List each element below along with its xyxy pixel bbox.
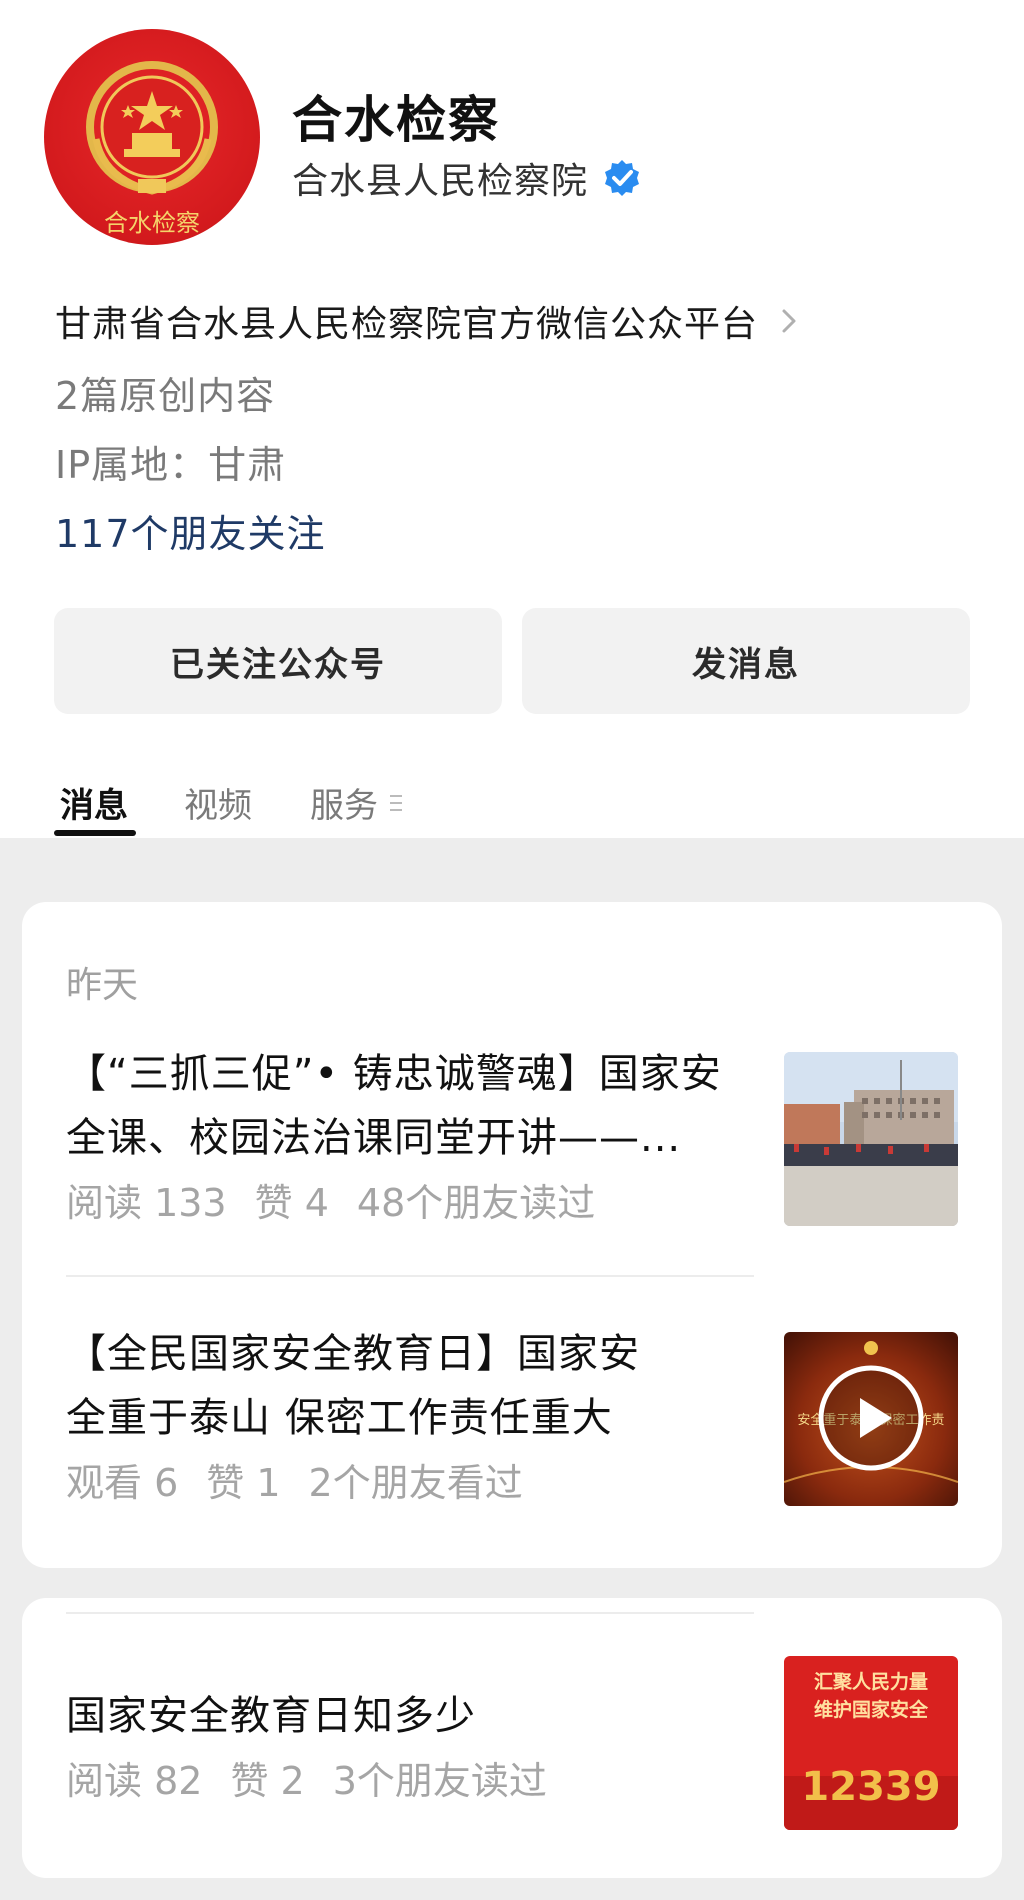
active-tab-indicator [54,830,136,836]
tab-messages[interactable]: 消息 [60,778,128,827]
svg-text:合水检察: 合水检察 [104,209,200,237]
emblem-icon [864,1341,878,1355]
article-thumbnail[interactable]: 汇聚人民力量 维护国家安全 12339 [784,1656,958,1830]
school-photo-icon [784,1052,958,1226]
friends-read: 3个朋友读过 [332,1759,547,1803]
menu-icon[interactable] [388,792,406,814]
account-description-row[interactable]: 甘肃省合水县人民检察院官方微信公众平台 [55,295,802,347]
send-message-button[interactable]: 发消息 [522,608,970,714]
like-count: 赞 1 [206,1461,281,1505]
divider [66,1275,754,1277]
tab-services[interactable]: 服务 [310,778,378,827]
article-title: 【全民国家安全教育日】国家安 全重于泰山 保密工作责任重大 [66,1331,640,1441]
verified-badge-icon [605,160,640,196]
article-title: 【“三抓三促”• 铸忠诚警魂】国家安 全课、校园法治课同堂开讲——... [66,1051,722,1161]
view-count: 观看 6 [66,1461,179,1505]
account-avatar[interactable]: 合水检察 [44,29,260,245]
friends-following[interactable]: 117个朋友关注 [55,503,326,558]
friends-viewed: 2个朋友看过 [308,1461,523,1505]
video-thumbnail[interactable]: 安全重于泰山 保密工作责 [784,1332,958,1506]
read-count: 阅读 82 [66,1759,203,1803]
account-name: 合水检察 [292,91,500,149]
svg-text:12339: 12339 [801,1764,940,1810]
ip-location: IP属地：甘肃 [55,443,287,487]
article-title: 国家安全教育日知多少 [66,1693,476,1739]
message-card: 国家安全教育日知多少 阅读 82 赞 2 3个朋友读过 汇聚人民力量 维护国家安… [22,1598,1002,1878]
message-card: 昨天 【“三抓三促”• 铸忠诚警魂】国家安 全课、校园法治课同堂开讲——... … [22,902,1002,1568]
svg-text:维护国家安全: 维护国家安全 [814,1698,929,1721]
organization-name: 合水县人民检察院 [292,161,589,202]
read-count: 阅读 133 [66,1181,227,1225]
profile-header: 合水检察 合水检察 合水县人民检察院 甘肃省合水县人民检察院官方微信公众平台 2… [0,0,1024,838]
date-label: 昨天 [66,965,139,1006]
article-thumbnail[interactable] [784,1052,958,1226]
friends-read: 48个朋友读过 [356,1181,596,1225]
svg-text:汇聚人民力量: 汇聚人民力量 [814,1670,928,1693]
divider [66,1612,754,1614]
poster-icon: 汇聚人民力量 维护国家安全 12339 [784,1656,958,1830]
account-description: 甘肃省合水县人民检察院官方微信公众平台 [55,304,759,345]
original-count: 2篇原创内容 [55,374,276,418]
tab-bar: 消息 视频 服务 [0,770,1024,838]
organization-row: 合水县人民检察院 [292,152,642,204]
followed-button[interactable]: 已关注公众号 [54,608,502,714]
chevron-right-icon [782,309,796,333]
tab-videos[interactable]: 视频 [184,778,252,827]
like-count: 赞 4 [254,1181,329,1225]
procuratorate-emblem-icon: 合水检察 [86,61,218,237]
like-count: 赞 2 [230,1759,305,1803]
